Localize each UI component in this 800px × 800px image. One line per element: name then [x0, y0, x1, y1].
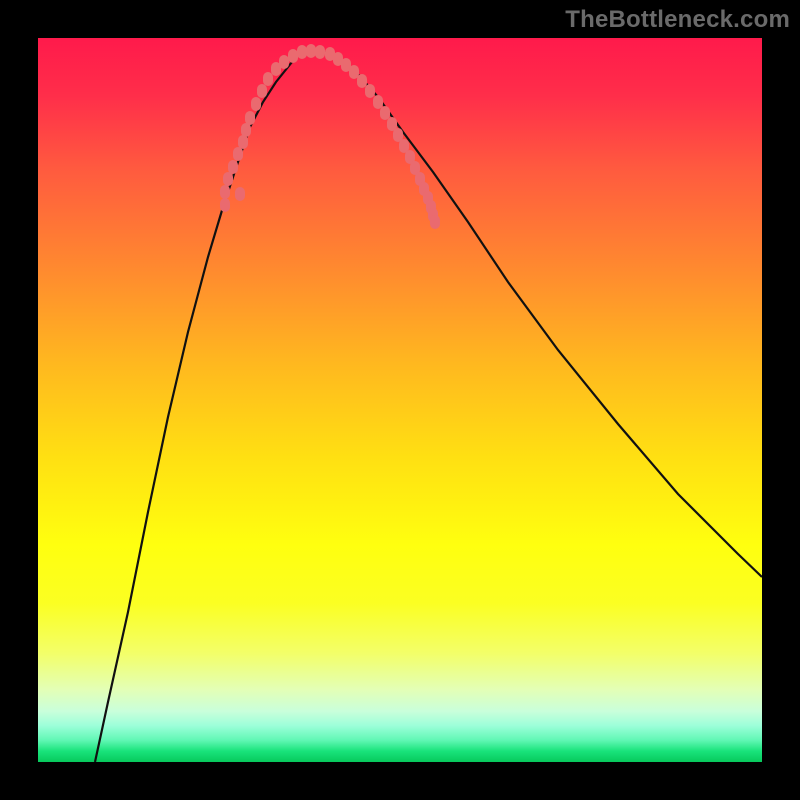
data-dot — [365, 84, 375, 98]
outer-frame: TheBottleneck.com — [0, 0, 800, 800]
data-dot — [306, 44, 316, 58]
left-dot-cluster — [220, 44, 325, 212]
data-dot — [373, 95, 383, 109]
plot-area — [38, 38, 762, 762]
data-dot — [223, 172, 233, 186]
data-dot — [245, 111, 255, 125]
data-dot — [220, 185, 230, 199]
right-dot-cluster — [325, 47, 440, 229]
data-dot — [228, 160, 238, 174]
data-dot — [279, 55, 289, 69]
data-dot — [380, 106, 390, 120]
data-dot — [233, 147, 243, 161]
watermark-text: TheBottleneck.com — [565, 6, 790, 34]
data-dot — [288, 49, 298, 63]
data-dot — [297, 45, 307, 59]
data-dot — [357, 74, 367, 88]
data-dot — [257, 84, 267, 98]
data-dot — [238, 135, 248, 149]
chart-svg — [38, 38, 762, 762]
data-dot — [241, 123, 251, 137]
data-dot — [235, 187, 245, 201]
data-dot — [251, 97, 261, 111]
data-dot — [220, 198, 230, 212]
bottleneck-curve — [95, 51, 762, 762]
data-dot — [263, 72, 273, 86]
data-dot — [430, 215, 440, 229]
data-dot — [315, 45, 325, 59]
